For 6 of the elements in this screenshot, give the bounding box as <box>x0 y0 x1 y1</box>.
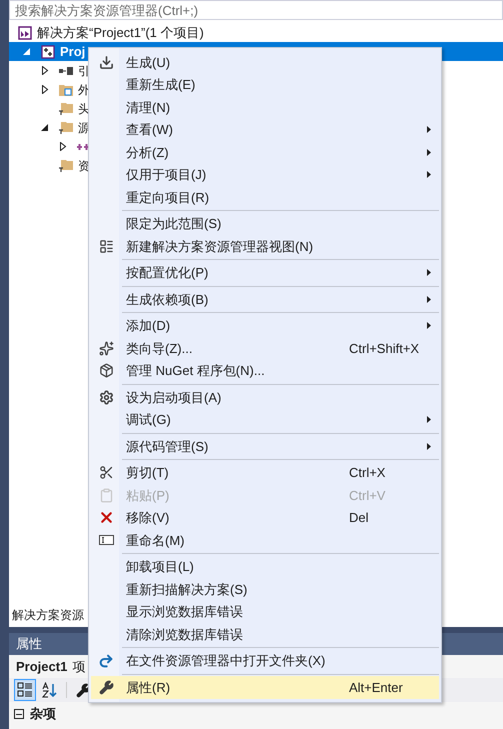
tree-item-label: Proj <box>60 42 86 61</box>
object-type: 项 <box>72 658 86 676</box>
object-name: Project1 <box>16 658 68 676</box>
tree-item-label: 引 <box>78 62 90 80</box>
category-label: 杂项 <box>30 705 56 724</box>
tree-item-label: 解决方案“Project1”(1 个项目) <box>37 24 204 42</box>
